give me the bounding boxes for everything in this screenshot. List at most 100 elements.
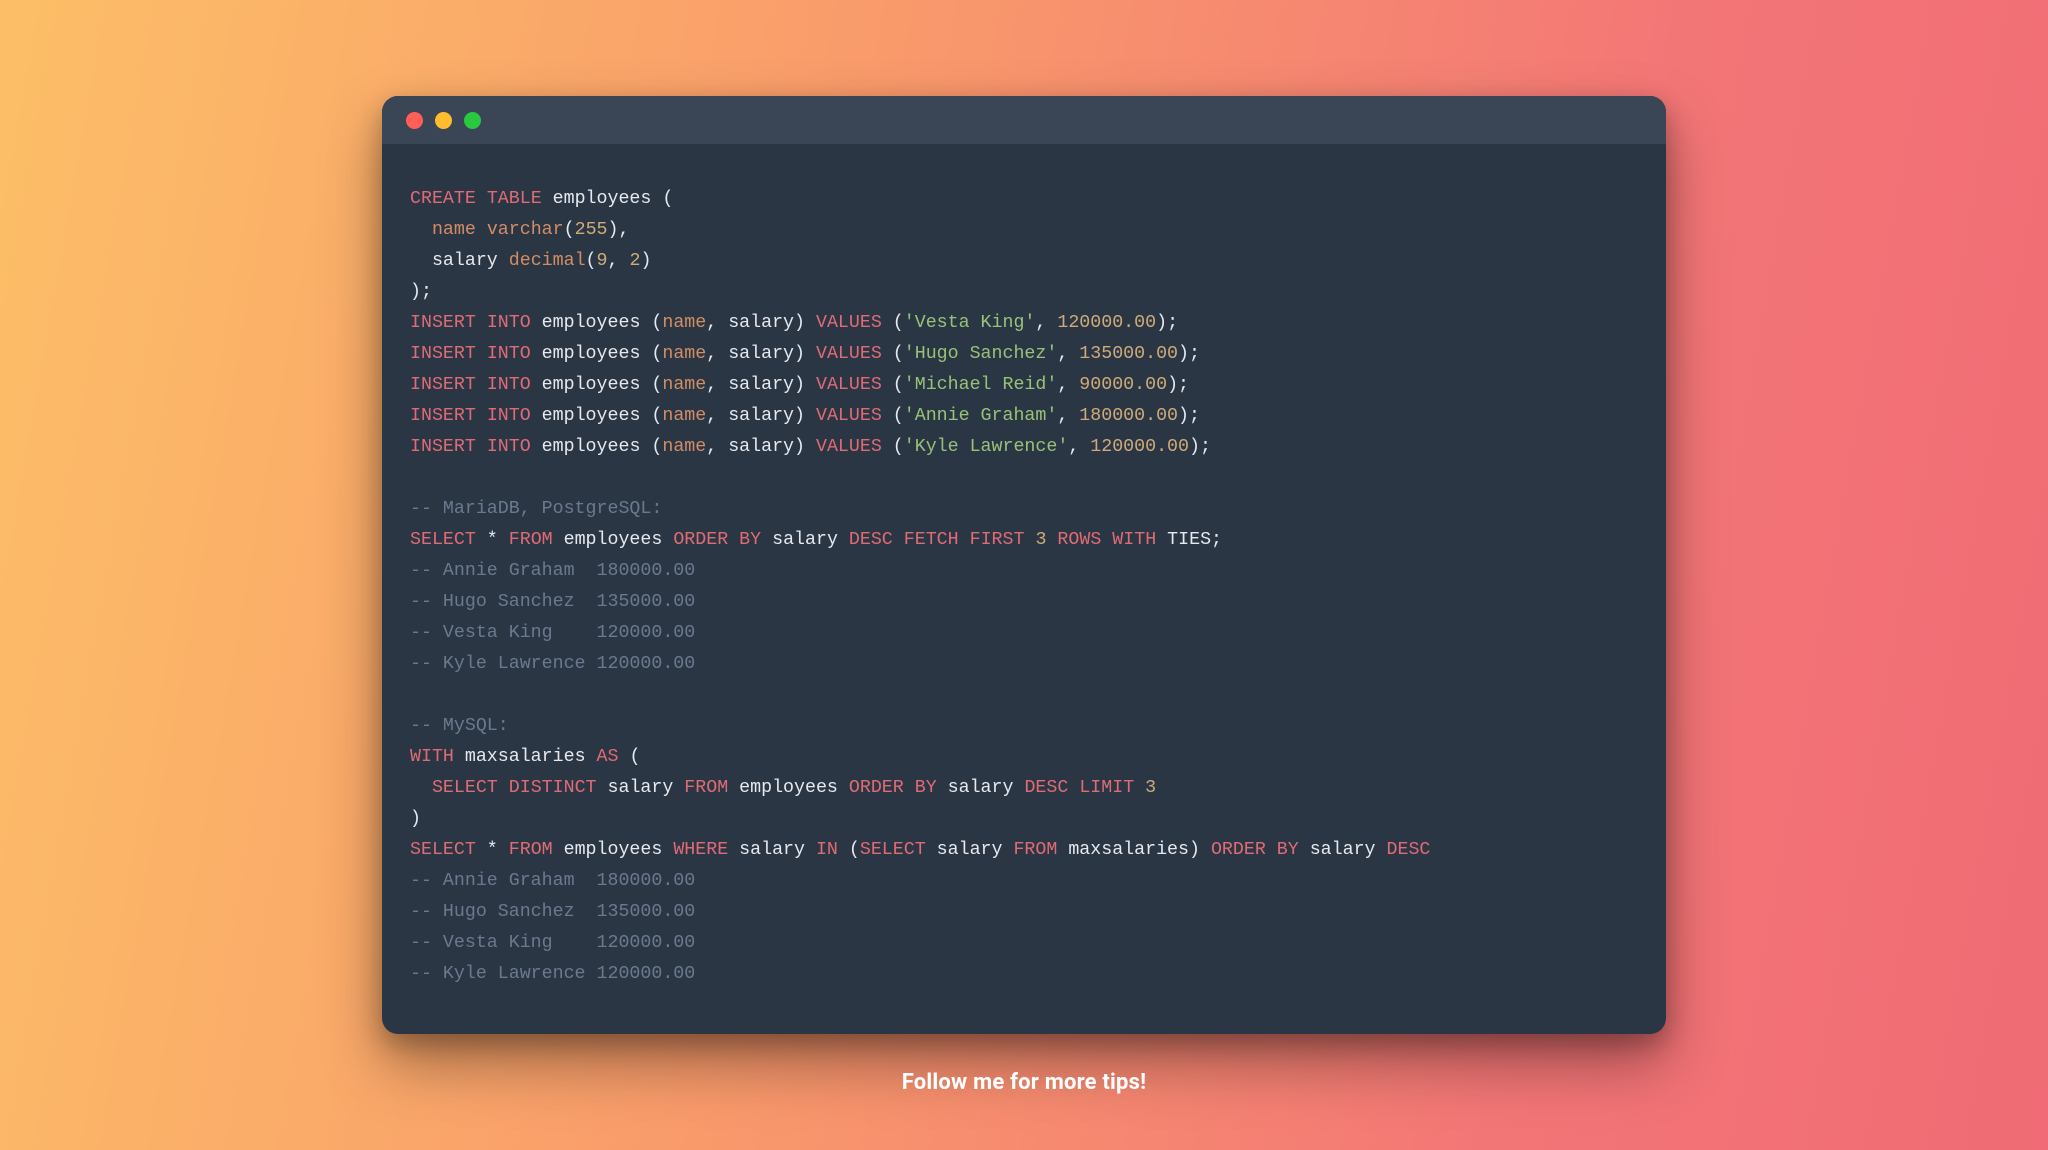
code-token: employees ( [531,344,663,364]
code-token: salary [1299,840,1387,860]
code-token: SELECT [860,840,926,860]
code-token: ORDER [673,530,728,550]
code-token [476,437,487,457]
code-token: DESC [1387,840,1431,860]
code-token: salary [761,530,849,550]
code-token: maxsalaries) [1057,840,1211,860]
code-token: employees ( [531,313,663,333]
code-token: WHERE [673,840,728,860]
code-token: -- Annie Graham 180000.00 [410,871,695,891]
code-token: DISTINCT [509,778,597,798]
code-token: INSERT [410,313,476,333]
code-token: , salary) [706,375,816,395]
code-token: ) [640,251,651,271]
code-token: 3 [1145,778,1156,798]
code-token: -- Hugo Sanchez 135000.00 [410,902,695,922]
code-token [410,778,432,798]
code-token: 2 [629,251,640,271]
code-token [959,530,970,550]
code-token: FROM [509,530,553,550]
code-token: name [662,313,706,333]
code-token: ); [1156,313,1178,333]
code-token [1046,530,1057,550]
code-token: salary [728,840,816,860]
code-token [1068,778,1079,798]
code-token [904,778,915,798]
code-token: TABLE [487,189,542,209]
code-token: name [432,220,476,240]
code-token: LIMIT [1079,778,1134,798]
code-token: decimal [509,251,586,271]
code-token: FETCH [904,530,959,550]
code-token: , [1057,344,1079,364]
window-titlebar [382,96,1666,144]
code-token: INTO [487,344,531,364]
code-token: name [662,375,706,395]
code-token: * [476,840,509,860]
code-block: CREATE TABLE employees ( name varchar(25… [410,184,1638,990]
code-token: SELECT [410,530,476,550]
code-token: 180000.00 [1079,406,1178,426]
code-window: CREATE TABLE employees ( name varchar(25… [382,96,1666,1034]
code-token: ( [838,840,860,860]
code-token [893,530,904,550]
code-token: VALUES [816,437,882,457]
code-token: name [662,437,706,457]
code-token: INTO [487,406,531,426]
code-token: employees [553,840,674,860]
code-token: INTO [487,313,531,333]
window-minimize-icon[interactable] [435,112,452,129]
code-token: employees ( [542,189,674,209]
code-token: AS [597,747,619,767]
code-token: ( [618,747,640,767]
code-token: employees [728,778,849,798]
code-token: ), [608,220,630,240]
code-token: VALUES [816,406,882,426]
code-token: maxsalaries [454,747,597,767]
code-token: ( [882,406,904,426]
code-token: , salary) [706,437,816,457]
window-zoom-icon[interactable] [464,112,481,129]
code-token: , [1057,375,1079,395]
code-token: , [608,251,630,271]
code-token [476,220,487,240]
code-token: ) [410,809,421,829]
code-token [410,220,432,240]
code-token: FROM [509,840,553,860]
code-token: ( [882,313,904,333]
code-token: 255 [575,220,608,240]
code-token: -- Vesta King 120000.00 [410,933,695,953]
code-token: ); [410,282,432,302]
code-token: ORDER [849,778,904,798]
code-token: FROM [684,778,728,798]
code-token: 'Hugo Sanchez' [904,344,1058,364]
code-token: 90000.00 [1079,375,1167,395]
code-token: , salary) [706,313,816,333]
code-token: name [662,344,706,364]
code-token [476,313,487,333]
code-token: employees [553,530,674,550]
code-token [1024,530,1035,550]
code-token: 'Kyle Lawrence' [904,437,1069,457]
code-token: 3 [1035,530,1046,550]
code-token: ORDER [1211,840,1266,860]
code-token: 9 [597,251,608,271]
code-token: WITH [1112,530,1156,550]
code-token: ROWS [1057,530,1101,550]
code-token: DESC [849,530,893,550]
code-token [1101,530,1112,550]
code-token [476,344,487,364]
code-token: -- Kyle Lawrence 120000.00 [410,654,695,674]
code-token: salary [597,778,685,798]
code-token: employees ( [531,437,663,457]
code-token: BY [915,778,937,798]
window-close-icon[interactable] [406,112,423,129]
code-token: -- MySQL: [410,716,509,736]
code-token: CREATE [410,189,476,209]
code-token [476,406,487,426]
code-token: * [476,530,509,550]
code-token: ); [1189,437,1211,457]
code-token: salary [937,778,1025,798]
code-token: TIES; [1156,530,1222,550]
page-background: CREATE TABLE employees ( name varchar(25… [0,0,2048,1150]
